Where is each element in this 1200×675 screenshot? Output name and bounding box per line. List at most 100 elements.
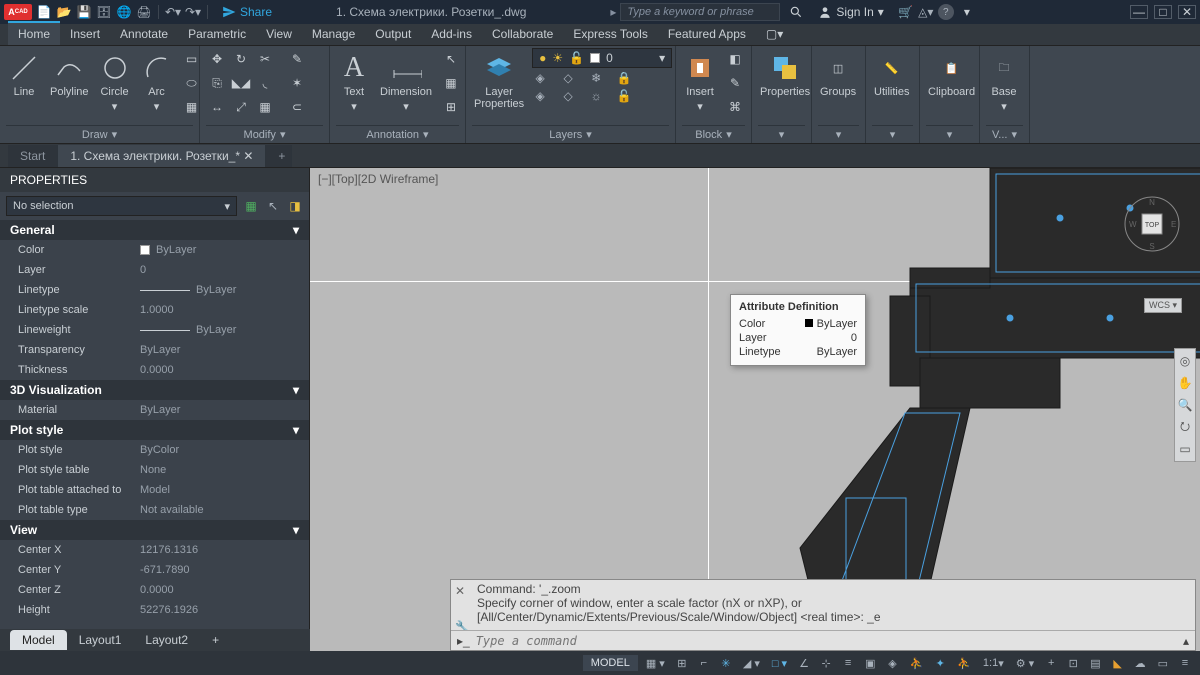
tab-parametric[interactable]: Parametric	[178, 23, 256, 45]
stretch-icon[interactable]: ↔	[206, 96, 228, 118]
panel-draw-title[interactable]: Draw ▾	[6, 125, 193, 143]
layiso-icon[interactable]: ◇	[560, 70, 576, 86]
section-3dviz[interactable]: 3D Visualization▾	[0, 380, 309, 400]
cmd-close-icon[interactable]: ✕	[455, 584, 465, 598]
qselect-icon[interactable]: ▦	[243, 198, 259, 214]
tab-model[interactable]: Model	[10, 630, 67, 650]
plot-icon[interactable]: 🖨	[136, 4, 152, 20]
3dosnap-icon[interactable]: ∠	[795, 654, 813, 672]
panel-block-title[interactable]: Block ▾	[682, 125, 745, 143]
transparency-icon[interactable]: ▣	[861, 654, 879, 672]
tab-annotate[interactable]: Annotate	[110, 23, 178, 45]
tab-collaborate[interactable]: Collaborate	[482, 23, 563, 45]
erase-icon[interactable]: ✎	[286, 48, 308, 70]
tab-layout2[interactable]: Layout2	[133, 630, 200, 650]
units-icon[interactable]: ⊡	[1064, 654, 1082, 672]
rotate-icon[interactable]: ↻	[230, 48, 252, 70]
laythw-icon[interactable]: ☼	[588, 88, 604, 104]
selcycle-icon[interactable]: ◈	[884, 654, 902, 672]
pickadd-icon[interactable]: ↖	[265, 198, 281, 214]
tab-view[interactable]: View	[256, 23, 302, 45]
panel-properties-title[interactable]: ▾	[758, 125, 805, 143]
pan-icon[interactable]: ✋	[1177, 375, 1193, 391]
tab-start[interactable]: Start	[8, 145, 58, 167]
orbit-icon[interactable]: ⭮	[1177, 419, 1193, 435]
signin-button[interactable]: Sign In ▾	[818, 5, 883, 19]
mirror-icon[interactable]: ◣◢	[230, 72, 252, 94]
utilities-button[interactable]: 📏Utilities	[872, 48, 911, 102]
move-icon[interactable]: ✥	[206, 48, 228, 70]
array-icon[interactable]: ▦	[254, 96, 276, 118]
zoom-icon[interactable]: 🔍	[1177, 397, 1193, 413]
hwacc-icon[interactable]: ☁	[1131, 654, 1150, 672]
insert-button[interactable]: Insert▾	[682, 48, 718, 117]
section-view[interactable]: View▾	[0, 520, 309, 540]
fillet-icon[interactable]: ◟	[254, 72, 276, 94]
tab-output[interactable]: Output	[365, 23, 421, 45]
properties-button[interactable]: Properties	[758, 48, 812, 102]
share-button[interactable]: Share	[222, 5, 272, 19]
lwdisplay-icon[interactable]: ≡	[839, 654, 857, 672]
maximize-button[interactable]: □	[1154, 5, 1172, 19]
panel-layers-title[interactable]: Layers ▾	[472, 125, 669, 143]
layuniso-icon[interactable]: ◇	[560, 88, 576, 104]
section-plot[interactable]: Plot style▾	[0, 420, 309, 440]
layon-icon[interactable]: ◈	[532, 88, 548, 104]
tab-expresstools[interactable]: Express Tools	[563, 23, 657, 45]
line-button[interactable]: Line	[6, 48, 42, 102]
circle-button[interactable]: Circle▾	[97, 48, 133, 117]
polyline-button[interactable]: Polyline	[48, 48, 91, 102]
apps-icon[interactable]: ◬▾	[918, 4, 934, 20]
close-button[interactable]: ✕	[1178, 5, 1196, 19]
otrack-icon[interactable]: ⊹	[817, 654, 835, 672]
help-icon[interactable]: ?	[938, 4, 954, 20]
command-input[interactable]	[476, 634, 1177, 648]
layoff-icon[interactable]: ◈	[532, 70, 548, 86]
attr-icon[interactable]: ⌘	[724, 96, 746, 118]
drawing-canvas[interactable]: [−][Top][2D Wireframe] — ▣ ✕	[310, 168, 1200, 651]
save-icon[interactable]: 💾	[76, 4, 92, 20]
laylck-icon[interactable]: 🔒	[616, 70, 632, 86]
web-icon[interactable]: 🌐	[116, 4, 132, 20]
tab-manage[interactable]: Manage	[302, 23, 365, 45]
layulk-icon[interactable]: 🔓	[616, 88, 632, 104]
annoscale-person-icon[interactable]: ⛹	[906, 654, 928, 672]
ortho-icon[interactable]: ⌐	[695, 654, 713, 672]
tab-add[interactable]: +	[266, 145, 292, 167]
tab-addins[interactable]: Add-ins	[421, 23, 482, 45]
leader-icon[interactable]: ↖	[440, 48, 462, 70]
search-icon[interactable]	[788, 4, 804, 20]
trim-icon[interactable]: ✂	[254, 48, 276, 70]
copy-icon[interactable]: ⎘	[206, 72, 228, 94]
isodraft-icon[interactable]: ◢ ▾	[739, 654, 764, 672]
snap-icon[interactable]: ⊞	[673, 654, 691, 672]
base-button[interactable]: 🗀Base▾	[986, 48, 1022, 117]
annomonitor-icon[interactable]: +	[1042, 654, 1060, 672]
clipboard-button[interactable]: 📋Clipboard	[926, 48, 977, 102]
polar-icon[interactable]: ✳	[717, 654, 735, 672]
cleanscreen-icon[interactable]: ▭	[1154, 654, 1172, 672]
dimension-button[interactable]: Dimension▾	[378, 48, 434, 117]
cart-icon[interactable]: 🛒	[898, 4, 914, 20]
mtext-icon[interactable]: ⊞	[440, 96, 462, 118]
space-indicator[interactable]: MODEL	[583, 655, 638, 671]
minimize-button[interactable]: —	[1130, 5, 1148, 19]
open-icon[interactable]: 📂	[56, 4, 72, 20]
layer-selector[interactable]: ●☀🔓0▾	[532, 48, 672, 68]
tab-current-doc[interactable]: 1. Схема электрики. Розетки_* ✕	[58, 145, 266, 167]
isolate-icon[interactable]: ◣	[1109, 654, 1127, 672]
arc-button[interactable]: Arc▾	[139, 48, 175, 117]
panel-view-title[interactable]: V... ▾	[986, 125, 1023, 143]
osnap-icon[interactable]: □ ▾	[768, 654, 791, 672]
annoauto-icon[interactable]: ⛹	[953, 654, 975, 672]
select-icon[interactable]: ◨	[287, 198, 303, 214]
offset-icon[interactable]: ⊂	[286, 96, 308, 118]
search-input[interactable]: Type a keyword or phrase	[620, 3, 780, 21]
text-button[interactable]: AText▾	[336, 48, 372, 117]
table-icon[interactable]: ▦	[440, 72, 462, 94]
grid-icon[interactable]: ▦ ▾	[642, 654, 669, 672]
groups-button[interactable]: ◫Groups	[818, 48, 858, 102]
panel-annotation-title[interactable]: Annotation ▾	[336, 125, 459, 143]
ws-icon[interactable]: ⚙ ▾	[1012, 654, 1038, 672]
wcs-label[interactable]: WCS ▾	[1144, 298, 1182, 313]
